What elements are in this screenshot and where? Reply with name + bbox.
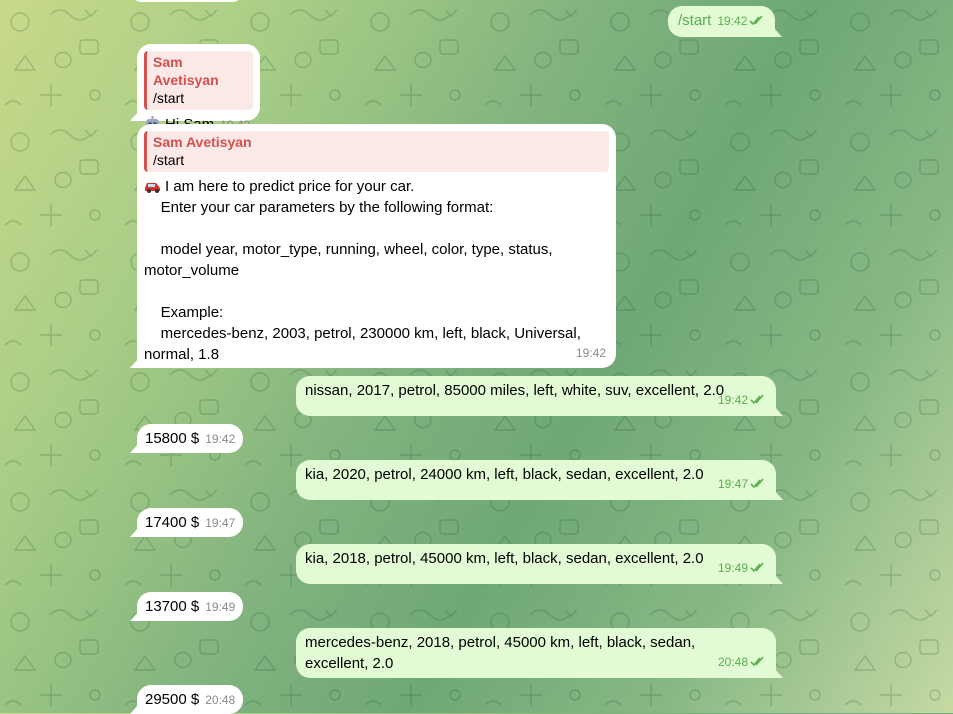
message-time: 20:48 — [205, 693, 236, 707]
red-car-icon — [144, 178, 161, 193]
message-time: 19:47 — [205, 516, 236, 530]
message-text: 17400 $ — [145, 514, 200, 531]
message-incoming[interactable]: Sam Avetisyan /start I am here to predic… — [130, 124, 616, 368]
quote-text: /start — [153, 152, 185, 168]
message-text: nissan, 2017, petrol, 85000 miles, left,… — [305, 382, 725, 399]
double-check-icon — [750, 391, 766, 412]
double-check-icon — [750, 653, 766, 674]
quote-author: Sam Avetisyan — [153, 134, 252, 150]
message-text: mercedes-benz, 2018, petrol, 45000 km, l… — [305, 634, 696, 672]
double-check-icon — [749, 11, 765, 32]
message-time: 19:42 — [205, 432, 236, 446]
message-incoming[interactable]: Sam Avetisyan /start Hi Sam19:42 — [130, 44, 260, 133]
message-incoming[interactable]: 17400 $ 19:47 — [129, 508, 244, 537]
message-outgoing[interactable]: mercedes-benz, 2018, petrol, 45000 km, l… — [296, 628, 783, 678]
message-line: model year, motor_type, running, wheel, … — [144, 241, 557, 279]
quote-author: Sam Avetisyan — [153, 54, 219, 88]
message-bubble-partial — [133, 0, 241, 2]
reply-quote[interactable]: Sam Avetisyan /start — [144, 131, 609, 172]
message-time-status: 19:42 — [718, 390, 766, 412]
double-check-icon — [750, 559, 766, 580]
message-time-status: 19:49 — [718, 558, 766, 580]
reply-quote[interactable]: Sam Avetisyan /start — [144, 51, 253, 110]
message-time-status: 19:47 — [718, 474, 766, 496]
quote-text: /start — [153, 90, 185, 106]
message-time: 19:42 — [717, 14, 748, 28]
message-incoming[interactable]: 29500 $ 20:48 — [129, 685, 244, 714]
message-text: /start — [678, 12, 712, 29]
message-outgoing[interactable]: /start 19:42 — [668, 6, 783, 37]
message-line: mercedes-benz, 2003, petrol, 230000 km, … — [144, 325, 586, 363]
message-text: 13700 $ — [145, 598, 200, 615]
message-text: 15800 $ — [145, 430, 200, 447]
message-time: 19:42 — [575, 346, 606, 360]
message-outgoing[interactable]: nissan, 2017, petrol, 85000 miles, left,… — [296, 376, 783, 416]
message-line: Example: — [144, 304, 224, 321]
message-text: kia, 2020, petrol, 24000 km, left, black… — [305, 466, 704, 483]
message-body: I am here to predict price for your car.… — [144, 176, 609, 365]
message-incoming[interactable]: 13700 $ 19:49 — [129, 592, 244, 621]
message-outgoing[interactable]: kia, 2020, petrol, 24000 km, left, black… — [296, 460, 783, 500]
message-incoming[interactable]: 15800 $ 19:42 — [129, 424, 244, 453]
double-check-icon — [750, 475, 766, 496]
message-time: 19:49 — [205, 600, 236, 614]
message-time-status: 20:48 — [718, 652, 766, 674]
message-line: I am here to predict price for your car. — [165, 178, 415, 195]
message-line: Enter your car parameters by the followi… — [144, 199, 494, 216]
message-text: 29500 $ — [145, 691, 200, 708]
message-outgoing[interactable]: kia, 2018, petrol, 45000 km, left, black… — [296, 544, 783, 584]
message-text: kia, 2018, petrol, 45000 km, left, black… — [305, 550, 704, 567]
